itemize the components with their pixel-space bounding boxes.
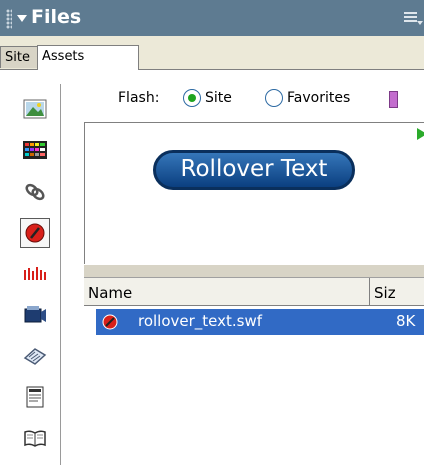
scripts-icon[interactable]: [20, 341, 50, 371]
file-name-cell: rollover_text.swf: [138, 312, 263, 330]
favorites-radio[interactable]: [265, 89, 283, 107]
flash-filter-row: Flash: Site Favorites: [75, 86, 424, 116]
asset-preview-pane: Rollover Text: [84, 122, 424, 265]
flash-label: Flash:: [118, 90, 160, 106]
tab-site[interactable]: Site: [0, 46, 38, 68]
swf-file-icon: [102, 314, 118, 330]
colors-icon[interactable]: [20, 135, 50, 165]
site-radio[interactable]: [183, 89, 201, 107]
templates-icon[interactable]: [20, 382, 50, 412]
site-radio-label[interactable]: Site: [205, 90, 232, 106]
collapse-arrow-icon[interactable]: [17, 15, 27, 22]
column-header-size[interactable]: Siz: [370, 278, 424, 306]
library-icon[interactable]: [20, 423, 50, 453]
panel-header: Files: [0, 0, 424, 36]
images-icon[interactable]: [20, 94, 50, 124]
rollover-text-preview: Rollover Text: [153, 150, 355, 190]
table-row[interactable]: rollover_text.swf 8K: [96, 309, 424, 335]
tab-assets[interactable]: Assets: [37, 45, 139, 70]
asset-category-sidebar: [16, 84, 60, 465]
add-to-favorites-icon[interactable]: [389, 91, 398, 108]
shockwave-icon[interactable]: [20, 259, 50, 289]
urls-icon[interactable]: [20, 177, 50, 207]
flash-icon[interactable]: [20, 218, 50, 248]
panel-options-icon[interactable]: [404, 12, 424, 26]
file-size-cell: 8K: [396, 312, 416, 330]
movies-icon[interactable]: [20, 300, 50, 330]
tab-bar: Site Assets: [0, 36, 424, 70]
asset-table: Name Siz rollover_text.swf 8K: [84, 278, 424, 465]
play-icon[interactable]: [417, 128, 424, 140]
grip-handle[interactable]: [6, 9, 12, 29]
column-header-name[interactable]: Name: [84, 278, 370, 306]
favorites-radio-label[interactable]: Favorites: [287, 90, 350, 106]
sidebar-divider: [60, 84, 61, 465]
pane-splitter[interactable]: [84, 264, 424, 278]
panel-title[interactable]: Files: [31, 4, 81, 30]
